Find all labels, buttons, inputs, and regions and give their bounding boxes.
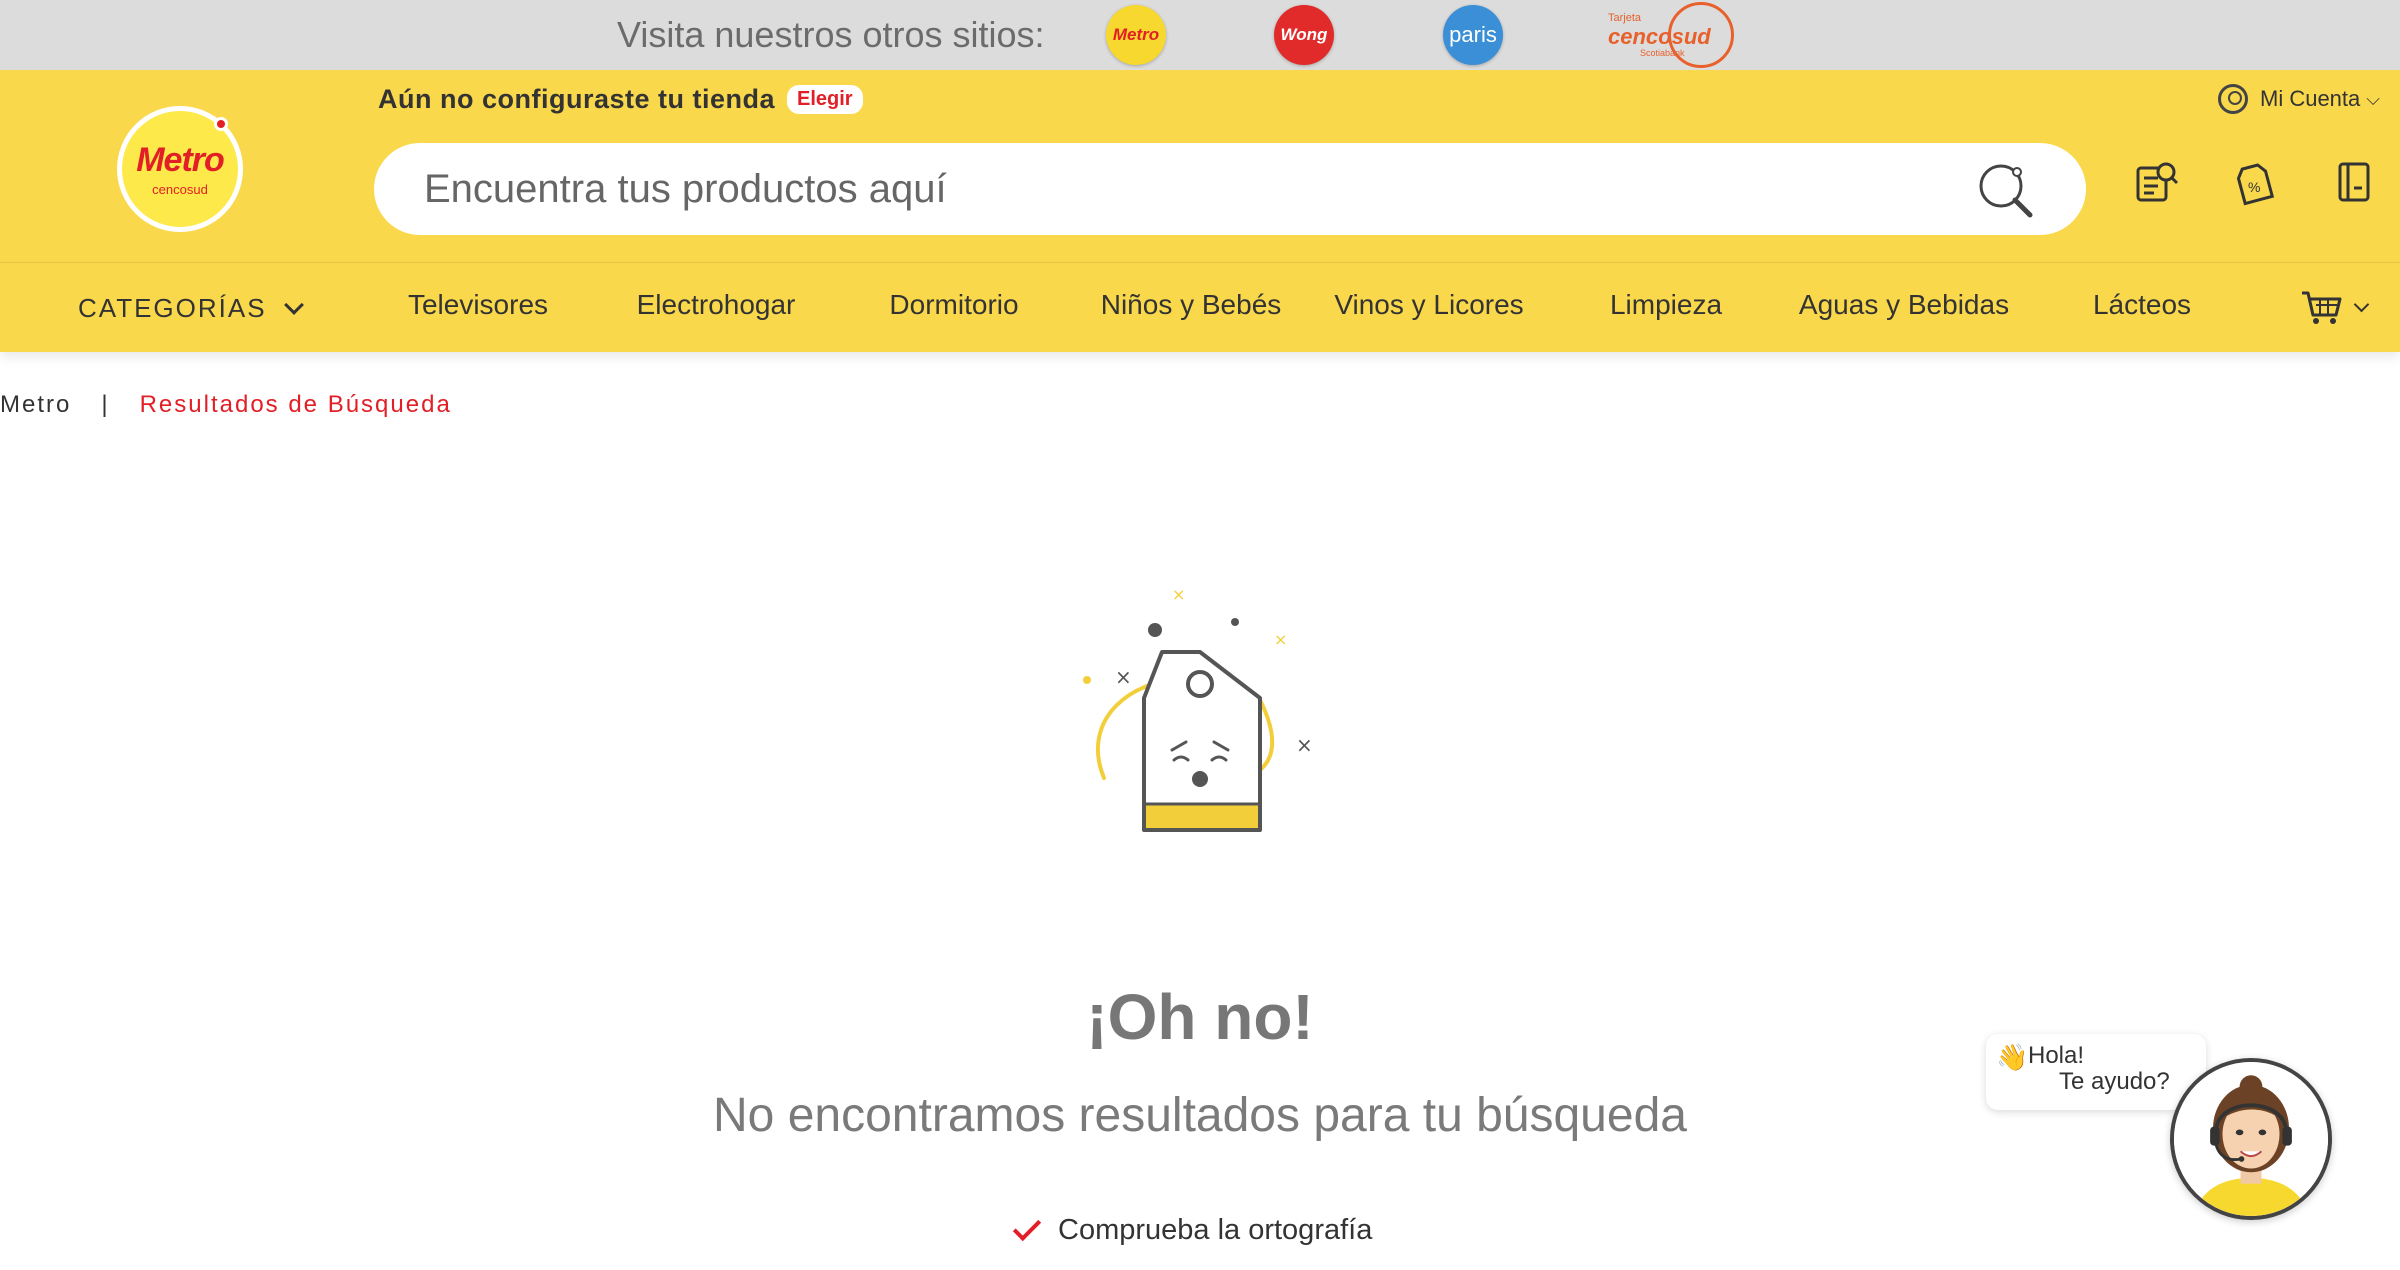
cencosud-label: cencosud — [1608, 24, 1711, 49]
nav-item-dormitorio[interactable]: Dormitorio — [889, 289, 1018, 321]
breadcrumb-separator: | — [101, 391, 110, 418]
breadcrumb-current: Resultados de Búsqueda — [139, 391, 452, 418]
nav-item-ninos-bebes[interactable]: Niños y Bebés — [1101, 289, 1282, 321]
logo-word: Metro — [136, 141, 225, 179]
checkmark-icon — [1012, 1212, 1042, 1241]
svg-text:×: × — [1274, 630, 1287, 649]
cart-button[interactable] — [2300, 287, 2370, 327]
chevron-down-icon — [2353, 296, 2370, 312]
logo-sub: cencosud — [152, 182, 208, 197]
sister-sites-label: Visita nuestros otros sitios: — [617, 14, 1045, 55]
nav-item-aguas-bebidas[interactable]: Aguas y Bebidas — [1799, 289, 2009, 321]
main-header: Metro cencosud Aún no configuraste tu ti… — [0, 70, 2400, 262]
chevron-down-icon: ⌵ — [2366, 88, 2380, 109]
account-menu[interactable]: Mi Cuenta ⌵ — [2218, 84, 2380, 114]
nav-item-limpieza[interactable]: Limpieza — [1610, 289, 1722, 321]
breadcrumb-home[interactable]: Metro — [0, 391, 71, 419]
choose-store-button[interactable]: Elegir — [787, 85, 863, 114]
category-nav: CATEGORÍAS Televisores Electrohogar Dorm… — [0, 262, 2400, 352]
svg-text:×: × — [1296, 733, 1313, 757]
site-link-paris[interactable]: paris — [1443, 5, 1503, 65]
search-icon[interactable] — [1976, 161, 2036, 221]
waving-hand-icon: 👋 — [1996, 1042, 2029, 1072]
svg-text:×: × — [1172, 585, 1185, 604]
metro-logo[interactable]: Metro cencosud — [117, 106, 243, 232]
site-link-tarjeta-cencosud[interactable]: Tarjeta cencosud Scotiabank — [1604, 2, 1734, 68]
tarjeta-label: Tarjeta — [1608, 12, 1642, 24]
store-selector: Aún no configuraste tu tienda Elegir — [378, 84, 863, 115]
chat-greeting-line1: Hola! — [2028, 1042, 2085, 1069]
sister-sites-bar: Visita nuestros otros sitios: Metro Wong… — [0, 0, 2400, 70]
chat-assistant-avatar[interactable] — [2170, 1058, 2332, 1220]
account-label: Mi Cuenta — [2260, 86, 2361, 111]
scotiabank-label: Scotiabank — [1640, 48, 1685, 58]
breadcrumb: Metro | Resultados de Búsqueda — [0, 391, 452, 419]
categories-label: CATEGORÍAS — [78, 293, 267, 323]
site-wong-label: Wong — [1280, 25, 1328, 44]
categories-dropdown[interactable]: CATEGORÍAS — [78, 293, 304, 324]
tip-item: Comprueba la ortografía — [1012, 1212, 1373, 1247]
nav-item-vinos-licores[interactable]: Vinos y Licores — [1334, 289, 1523, 321]
cart-icon — [2302, 291, 2342, 324]
logo-dot — [214, 117, 228, 131]
site-link-metro[interactable]: Metro — [1106, 5, 1166, 65]
site-paris-label: paris — [1449, 22, 1497, 47]
svg-text:×: × — [1115, 665, 1132, 689]
sad-price-tag-illustration: × × × × — [1060, 580, 1320, 850]
nav-item-lacteos[interactable]: Lácteos — [2093, 289, 2191, 321]
nav-item-electrohogar[interactable]: Electrohogar — [637, 289, 796, 321]
search-bar — [374, 143, 2086, 235]
user-icon — [2218, 84, 2248, 114]
search-input[interactable] — [424, 163, 1924, 215]
store-message: Aún no configuraste tu tienda — [378, 84, 775, 114]
nav-item-televisores[interactable]: Televisores — [408, 289, 548, 321]
shopping-list-icon[interactable] — [2132, 158, 2180, 206]
site-metro-label: Metro — [1112, 25, 1160, 44]
tip-text: Comprueba la ortografía — [1058, 1214, 1373, 1246]
chat-greeting-line2: Te ayudo? — [2059, 1068, 2170, 1095]
catalog-book-icon[interactable] — [2330, 158, 2378, 206]
chat-greeting-bubble[interactable]: 👋 Hola! Te ayudo? — [1986, 1034, 2206, 1110]
site-link-wong[interactable]: Wong — [1274, 5, 1334, 65]
chevron-down-icon — [283, 294, 304, 315]
svg-text:%: % — [2248, 179, 2260, 195]
offers-tag-icon[interactable]: % — [2232, 158, 2280, 206]
